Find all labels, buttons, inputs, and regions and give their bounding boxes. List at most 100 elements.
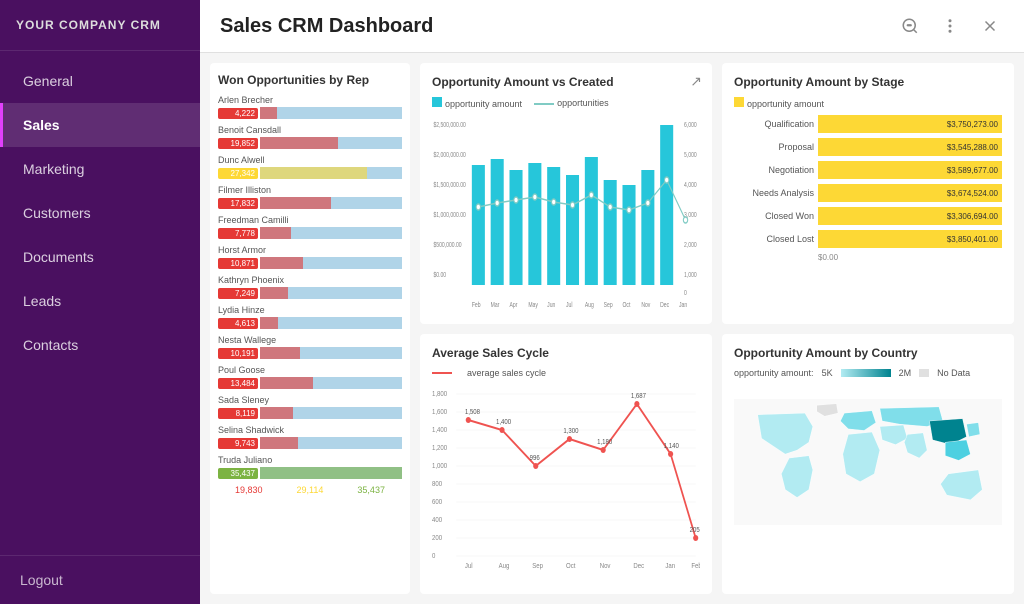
legend-nodata: No Data bbox=[937, 368, 970, 378]
dashboard-grid: Won Opportunities by Rep Arlen Brecher 4… bbox=[200, 53, 1024, 604]
close-icon[interactable] bbox=[976, 12, 1004, 40]
svg-text:996: 996 bbox=[530, 454, 540, 461]
svg-text:1,200: 1,200 bbox=[432, 444, 447, 451]
footer-val-2: 29,114 bbox=[297, 485, 324, 495]
rep-row: Nesta Wallege 10,191 bbox=[218, 335, 402, 359]
logout-button[interactable]: Logout bbox=[0, 555, 200, 604]
stage-bar: $3,750,273.00 bbox=[818, 115, 1002, 133]
svg-text:1,400: 1,400 bbox=[432, 426, 447, 433]
svg-text:Nov: Nov bbox=[641, 301, 651, 309]
rep-bar-bg bbox=[260, 347, 402, 359]
rep-name: Truda Juliano bbox=[218, 455, 402, 465]
opp-stage-x-label: $0.00 bbox=[734, 253, 1002, 262]
rep-bars: 17,832 bbox=[218, 197, 402, 209]
rep-bars: 7,249 bbox=[218, 287, 402, 299]
avg-sales-title: Average Sales Cycle bbox=[432, 346, 700, 360]
svg-text:1,800: 1,800 bbox=[432, 390, 447, 397]
rep-value: 4,222 bbox=[218, 108, 258, 119]
rep-row: Truda Juliano 35,437 bbox=[218, 455, 402, 479]
svg-text:$2,500,000.00: $2,500,000.00 bbox=[433, 121, 466, 129]
rep-bars: 19,852 bbox=[218, 137, 402, 149]
opp-country-card: Opportunity Amount by Country opportunit… bbox=[722, 334, 1014, 595]
opp-country-title: Opportunity Amount by Country bbox=[734, 346, 1002, 360]
rep-value: 27,342 bbox=[218, 168, 258, 179]
rep-bars: 4,613 bbox=[218, 317, 402, 329]
stage-row: Needs Analysis $3,674,524.00 bbox=[734, 184, 1002, 202]
rep-row: Poul Goose 13,484 bbox=[218, 365, 402, 389]
rep-row: Arlen Brecher 4,222 bbox=[218, 95, 402, 119]
sidebar-item-leads[interactable]: Leads bbox=[0, 279, 200, 323]
svg-text:0: 0 bbox=[684, 289, 687, 297]
stage-value: $3,750,273.00 bbox=[947, 120, 998, 129]
stage-row: Closed Lost $3,850,401.00 bbox=[734, 230, 1002, 248]
stage-row: Closed Won $3,306,694.00 bbox=[734, 207, 1002, 225]
rep-bars: 7,778 bbox=[218, 227, 402, 239]
rep-bar-bg bbox=[260, 377, 402, 389]
page-header: Sales CRM Dashboard bbox=[200, 0, 1024, 53]
rep-row: Dunc Alwell 27,342 bbox=[218, 155, 402, 179]
svg-text:Sep: Sep bbox=[532, 562, 543, 569]
footer-val-1: 19,830 bbox=[235, 485, 263, 495]
opp-stage-legend-label: opportunity amount bbox=[747, 99, 824, 109]
stage-label: Needs Analysis bbox=[734, 188, 814, 198]
won-opps-card: Won Opportunities by Rep Arlen Brecher 4… bbox=[210, 63, 410, 594]
stage-bar: $3,674,524.00 bbox=[818, 184, 1002, 202]
legend-opportunities: opportunities bbox=[557, 98, 609, 108]
rep-value: 13,484 bbox=[218, 378, 258, 389]
main-content: Sales CRM Dashboard Won Op bbox=[200, 0, 1024, 604]
sidebar-item-marketing[interactable]: Marketing bbox=[0, 147, 200, 191]
rep-bars: 27,342 bbox=[218, 167, 402, 179]
rep-row: Benoit Cansdall 19,852 bbox=[218, 125, 402, 149]
svg-text:Jul: Jul bbox=[566, 301, 572, 309]
svg-text:200: 200 bbox=[432, 534, 442, 541]
svg-text:$2,000,000.00: $2,000,000.00 bbox=[433, 151, 466, 159]
svg-text:Jun: Jun bbox=[547, 301, 555, 309]
rep-bar-bg bbox=[260, 197, 402, 209]
legend-opp-amount: opportunity amount bbox=[445, 99, 522, 109]
rep-bars: 10,871 bbox=[218, 257, 402, 269]
svg-text:May: May bbox=[528, 301, 538, 309]
svg-text:Dec: Dec bbox=[633, 562, 644, 569]
svg-text:Feb: Feb bbox=[472, 301, 481, 309]
svg-text:1,400: 1,400 bbox=[496, 418, 511, 425]
opp-amount-created-title: Opportunity Amount vs Created bbox=[432, 75, 700, 89]
sidebar-item-documents[interactable]: Documents bbox=[0, 235, 200, 279]
legend-label: opportunity amount: bbox=[734, 368, 814, 378]
stage-value: $3,674,524.00 bbox=[947, 189, 998, 198]
rep-value: 4,613 bbox=[218, 318, 258, 329]
rep-name: Benoit Cansdall bbox=[218, 125, 402, 135]
svg-text:Apr: Apr bbox=[510, 301, 518, 309]
rep-value: 10,191 bbox=[218, 348, 258, 359]
rep-row: Lydia Hinze 4,613 bbox=[218, 305, 402, 329]
rep-name: Dunc Alwell bbox=[218, 155, 402, 165]
sidebar-item-sales[interactable]: Sales bbox=[0, 103, 200, 147]
rep-row: Sada Sleney 8,119 bbox=[218, 395, 402, 419]
sidebar-item-customers[interactable]: Customers bbox=[0, 191, 200, 235]
rep-bar-bg bbox=[260, 107, 402, 119]
rep-bar-bg bbox=[260, 137, 402, 149]
svg-text:6,000: 6,000 bbox=[684, 121, 697, 129]
rep-name: Filmer Illiston bbox=[218, 185, 402, 195]
rep-value: 17,832 bbox=[218, 198, 258, 209]
opp-created-legend: opportunity amount opportunities bbox=[432, 97, 700, 109]
sidebar-item-contacts[interactable]: Contacts bbox=[0, 323, 200, 367]
sidebar-item-general[interactable]: General bbox=[0, 59, 200, 103]
svg-text:Oct: Oct bbox=[622, 301, 630, 309]
rep-bars: 13,484 bbox=[218, 377, 402, 389]
filter-icon[interactable] bbox=[896, 12, 924, 40]
more-icon[interactable] bbox=[936, 12, 964, 40]
svg-text:1,180: 1,180 bbox=[597, 438, 612, 445]
expand-icon[interactable]: ↗ bbox=[690, 73, 702, 90]
svg-text:5,000: 5,000 bbox=[684, 151, 697, 159]
svg-text:1,000: 1,000 bbox=[684, 271, 697, 279]
rep-value: 19,852 bbox=[218, 138, 258, 149]
opp-created-chart: $2,500,000.00 $2,000,000.00 $1,500,000.0… bbox=[432, 115, 700, 315]
svg-text:Jan: Jan bbox=[665, 562, 675, 569]
svg-text:1,600: 1,600 bbox=[432, 408, 447, 415]
rep-bars: 9,743 bbox=[218, 437, 402, 449]
stage-value: $3,589,677.00 bbox=[947, 166, 998, 175]
rep-value: 7,778 bbox=[218, 228, 258, 239]
rep-name: Poul Goose bbox=[218, 365, 402, 375]
rep-value: 35,437 bbox=[218, 468, 258, 479]
svg-text:800: 800 bbox=[432, 480, 442, 487]
